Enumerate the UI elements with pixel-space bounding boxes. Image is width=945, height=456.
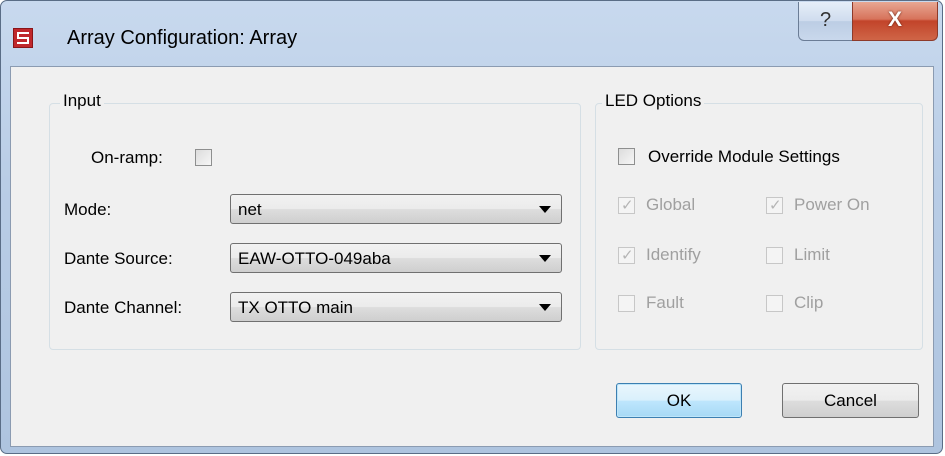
power-on-label: Power On [794, 195, 870, 214]
checkmark-icon: ✓ [621, 247, 634, 264]
dante-channel-dropdown[interactable]: TX OTTO main [230, 292, 562, 322]
override-module-settings-checkbox[interactable] [618, 148, 635, 165]
mode-label: Mode: [64, 200, 112, 219]
help-button[interactable]: ? [798, 2, 853, 41]
close-button[interactable]: X [852, 2, 938, 41]
help-icon: ? [819, 9, 832, 31]
input-groupbox: Input On-ramp: Mode: net Dante Source: E… [49, 91, 581, 350]
limit-checkbox[interactable] [766, 247, 783, 264]
clip-checkbox[interactable] [766, 295, 783, 312]
clip-label: Clip [794, 293, 824, 312]
cancel-button[interactable]: Cancel [782, 383, 919, 418]
ok-button[interactable]: OK [616, 383, 742, 418]
mode-dropdown-value: net [238, 200, 262, 219]
dante-channel-dropdown-value: TX OTTO main [238, 298, 353, 317]
title-bar[interactable]: Array Configuration: Array ? X [1, 1, 942, 67]
override-module-settings-label[interactable]: Override Module Settings [648, 147, 840, 167]
global-checkbox[interactable]: ✓ [618, 197, 635, 214]
dialog-body: Input On-ramp: Mode: net Dante Source: E… [10, 66, 934, 447]
dante-source-dropdown-value: EAW-OTTO-049aba [238, 249, 391, 268]
close-icon: X [887, 8, 902, 31]
chevron-down-icon [539, 304, 551, 311]
fault-label: Fault [646, 293, 684, 312]
chevron-down-icon [539, 206, 551, 213]
limit-label: Limit [794, 245, 830, 264]
mode-dropdown[interactable]: net [230, 194, 562, 224]
checkmark-icon: ✓ [621, 197, 634, 214]
power-on-checkbox[interactable]: ✓ [766, 197, 783, 214]
dialog-window: Array Configuration: Array ? X Input On-… [0, 0, 943, 454]
identify-label: Identify [646, 245, 701, 264]
dante-source-dropdown[interactable]: EAW-OTTO-049aba [230, 243, 562, 273]
on-ramp-label: On-ramp: [91, 148, 163, 167]
dante-channel-label: Dante Channel: [64, 298, 183, 317]
chevron-down-icon [539, 255, 551, 262]
dante-source-label: Dante Source: [64, 249, 173, 268]
on-ramp-checkbox[interactable] [195, 149, 212, 166]
fault-checkbox[interactable] [618, 295, 635, 312]
input-group-legend: Input [60, 91, 104, 111]
checkmark-icon: ✓ [769, 197, 782, 214]
led-options-group-legend: LED Options [602, 91, 705, 111]
window-title: Array Configuration: Array [67, 27, 298, 49]
global-label: Global [646, 195, 696, 214]
identify-checkbox[interactable]: ✓ [618, 247, 635, 264]
led-options-groupbox: LED Options Override Module Settings ✓ G… [595, 91, 923, 350]
app-logo-icon [13, 28, 33, 48]
